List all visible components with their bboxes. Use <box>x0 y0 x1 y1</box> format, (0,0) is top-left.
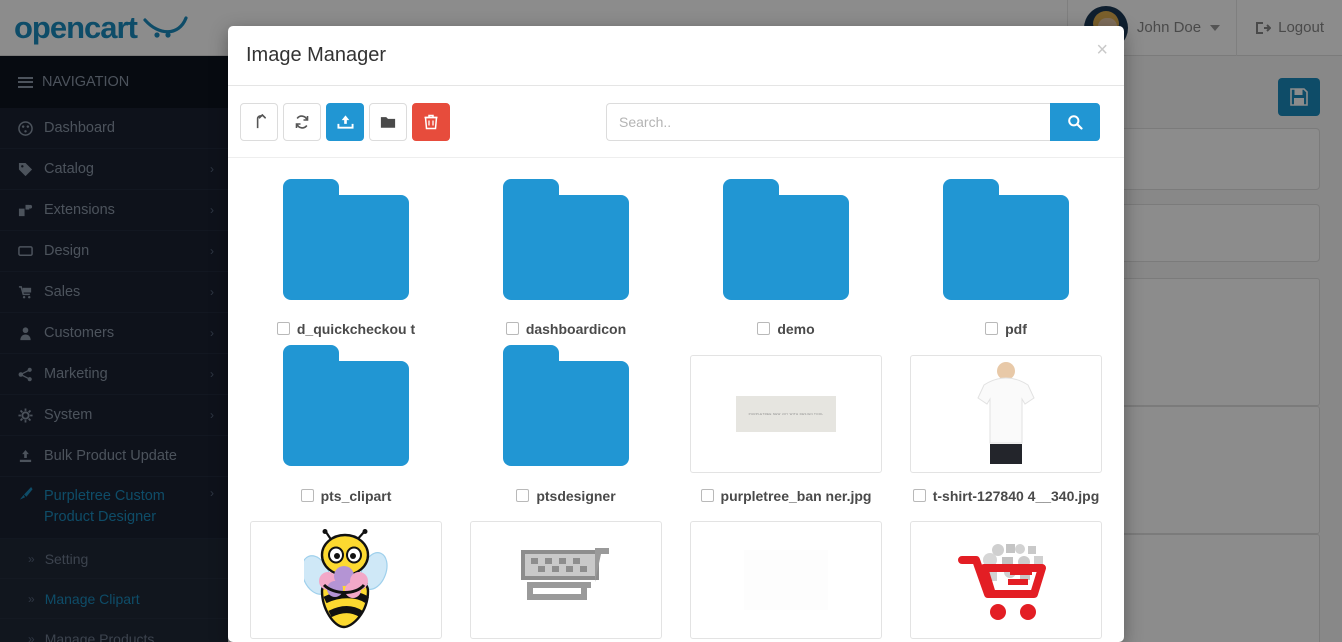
parent-directory-button[interactable] <box>240 102 278 141</box>
image-item[interactable]: PURPLETREE NEW JOY WITH DESIGN TOOL purpl… <box>680 341 892 508</box>
trash-icon <box>424 114 438 129</box>
search-input[interactable] <box>606 102 1050 141</box>
folder-icon[interactable] <box>690 178 882 306</box>
modal-toolbar <box>228 86 1124 158</box>
folder-icon[interactable] <box>250 178 442 306</box>
image-item[interactable] <box>680 507 892 642</box>
image-item[interactable]: t-shirt-127840 4__340.jpg <box>900 341 1112 508</box>
folder-icon[interactable] <box>470 178 662 306</box>
folder-item[interactable]: pdf <box>900 174 1112 341</box>
image-manager-modal: Image Manager × Search.. d_quickcheckou … <box>228 26 1124 642</box>
delete-button[interactable] <box>412 102 450 141</box>
folder-icon[interactable] <box>250 345 442 473</box>
file-browser-grid: d_quickcheckou t dashboardicon demo pdf pts_… <box>228 158 1124 642</box>
banner-thumbnail-art: PURPLETREE NEW JOY WITH DESIGN TOOL <box>736 395 836 432</box>
file-label-row: d_quickcheckou t <box>250 320 442 338</box>
upload-button[interactable] <box>326 102 364 141</box>
blank-thumbnail-art <box>744 550 828 611</box>
close-icon[interactable]: × <box>1096 40 1108 60</box>
file-label-row: pdf <box>910 320 1102 338</box>
pixel-cart-thumbnail-art <box>521 548 609 601</box>
file-name: d_quickcheckou t <box>296 321 416 337</box>
opencart-admin-page: opencart John Doe Logout NAVIGATION Dash… <box>0 0 1342 642</box>
search-button[interactable] <box>1050 102 1100 141</box>
file-checkbox[interactable] <box>300 488 314 502</box>
file-checkbox[interactable] <box>700 488 714 502</box>
refresh-button[interactable] <box>283 102 321 141</box>
modal-header: Image Manager × <box>228 26 1124 86</box>
image-thumbnail[interactable] <box>470 521 662 640</box>
folder-item[interactable]: demo <box>680 174 892 341</box>
file-label-row: pts_clipart <box>250 487 442 505</box>
file-checkbox[interactable] <box>912 488 926 502</box>
image-thumbnail[interactable] <box>250 521 442 640</box>
refresh-icon <box>295 114 309 129</box>
file-checkbox[interactable] <box>276 322 290 335</box>
folder-item[interactable]: dashboardicon <box>460 174 672 341</box>
folder-item[interactable]: ptsdesigner <box>460 341 672 508</box>
image-item[interactable] <box>240 507 452 642</box>
search-group <box>606 102 1100 141</box>
folder-icon[interactable] <box>910 178 1102 306</box>
image-thumbnail[interactable] <box>910 354 1102 473</box>
search-icon <box>1068 114 1083 130</box>
file-label-row: dashboardicon <box>470 320 662 338</box>
banner-caption: PURPLETREE NEW JOY WITH DESIGN TOOL <box>748 411 824 416</box>
file-name: pts_clipart <box>320 487 392 504</box>
image-thumbnail[interactable]: PURPLETREE NEW JOY WITH DESIGN TOOL <box>690 354 882 473</box>
file-label-row: purpletree_ban ner.jpg <box>690 487 882 505</box>
folder-icon <box>380 116 396 128</box>
image-item[interactable] <box>460 507 672 642</box>
file-label-row: ptsdesigner <box>470 487 662 505</box>
image-item[interactable] <box>900 507 1112 642</box>
file-name: t-shirt-127840 4__340.jpg <box>932 487 1100 504</box>
file-name: dashboardicon <box>525 321 627 337</box>
bee-clipart-art <box>304 529 388 629</box>
folder-item[interactable]: pts_clipart <box>240 341 452 508</box>
red-cart-thumbnail-art <box>958 544 1046 621</box>
folder-icon[interactable] <box>470 345 662 473</box>
file-checkbox[interactable] <box>505 322 519 335</box>
file-checkbox[interactable] <box>985 322 999 335</box>
upload-icon <box>336 114 354 129</box>
file-name: demo <box>777 321 815 337</box>
file-label-row: demo <box>690 320 882 338</box>
image-thumbnail[interactable] <box>690 521 882 640</box>
file-checkbox[interactable] <box>516 488 530 502</box>
file-name: pdf <box>1005 321 1027 337</box>
image-thumbnail[interactable] <box>910 521 1102 640</box>
level-up-icon <box>256 114 266 129</box>
file-label-row: t-shirt-127840 4__340.jpg <box>910 487 1102 505</box>
tshirt-thumbnail-art <box>977 361 1035 464</box>
file-checkbox[interactable] <box>757 322 771 335</box>
file-name: purpletree_ban ner.jpg <box>720 487 872 504</box>
new-folder-button[interactable] <box>369 102 407 141</box>
folder-item[interactable]: d_quickcheckou t <box>240 174 452 341</box>
file-action-buttons <box>240 102 450 141</box>
page-title: Image Manager <box>246 44 387 66</box>
file-name: ptsdesigner <box>536 487 616 504</box>
